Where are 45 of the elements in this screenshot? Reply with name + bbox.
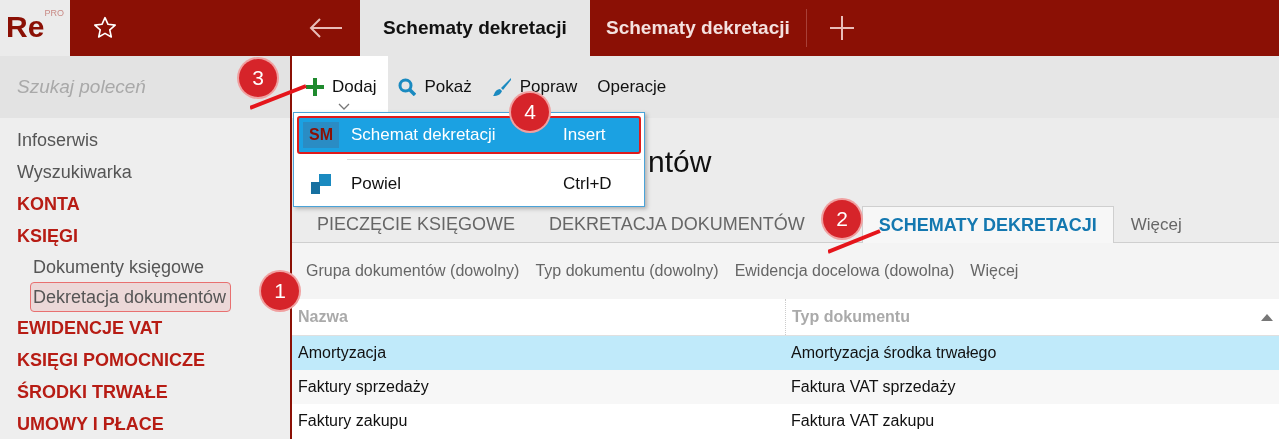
table-row[interactable]: Faktury sprzedaży Faktura VAT sprzedaży xyxy=(292,370,1279,404)
star-icon[interactable] xyxy=(92,15,118,41)
back-arrow-icon[interactable] xyxy=(309,18,343,38)
sidebar-item[interactable]: KSIĘGI xyxy=(0,220,290,252)
table-cell-text: Faktura VAT zakupu xyxy=(790,412,936,430)
table-cell-text: Faktury zakupu xyxy=(297,412,409,430)
sidebar-item[interactable]: KSIĘGI POMOCNICZE xyxy=(0,344,290,376)
sidebar-item[interactable]: EWIDENCJE VAT xyxy=(0,312,290,344)
table-cell-text: Faktury sprzedaży xyxy=(297,378,430,396)
page-heading: ntów xyxy=(648,145,712,179)
menu-item[interactable]: Powiel Ctrl+D xyxy=(297,165,641,203)
add-tab-icon[interactable] xyxy=(828,15,855,41)
sidebar-item[interactable]: ŚRODKI TRWAŁE xyxy=(0,376,290,408)
table-cell-text: Amortyzacja xyxy=(297,344,388,362)
table-cell-text: Amortyzacja środka trwałego xyxy=(790,344,998,362)
step-number-badge: 3 xyxy=(239,59,277,97)
chevron-down-icon xyxy=(338,103,350,110)
step-number-badge: 1 xyxy=(261,272,299,310)
sort-ascending-icon[interactable] xyxy=(1261,314,1273,321)
toolbar-button[interactable]: Pokaż xyxy=(388,56,482,118)
filter-button[interactable]: Ewidencja docelowa (dowolna) xyxy=(726,262,963,280)
filter-button[interactable]: Grupa dokumentów (dowolny) xyxy=(298,262,528,280)
filter-button[interactable]: Typ dokumentu (dowolny) xyxy=(527,262,727,280)
plus-icon xyxy=(306,78,324,96)
schema-badge-icon: SM xyxy=(303,122,339,148)
table-cell-text: Faktura VAT sprzedaży xyxy=(790,378,957,396)
duplicate-icon xyxy=(311,174,331,194)
section-tab[interactable]: DEKRETACJA DOKUMENTÓW xyxy=(532,206,822,242)
sidebar-item[interactable]: UMOWY I PŁACE xyxy=(0,408,290,439)
sidebar-subitem[interactable]: Dokumenty księgowe xyxy=(30,252,210,282)
step-number-badge: 2 xyxy=(823,200,861,238)
search-icon xyxy=(398,78,417,96)
sidebar-item[interactable]: Infoserwis xyxy=(0,124,290,156)
section-tab[interactable]: PIECZĘCIE KSIĘGOWE xyxy=(300,206,533,242)
toolbar-button[interactable]: Dodaj xyxy=(292,56,389,118)
brush-icon xyxy=(491,77,512,97)
section-tab[interactable]: SCHEMATY DEKRETACJI xyxy=(861,206,1114,243)
section-tab[interactable]: Więcej xyxy=(1113,206,1199,242)
sidebar-item[interactable]: KONTA xyxy=(0,188,290,220)
filter-button[interactable]: Więcej xyxy=(962,262,1027,280)
table-row[interactable]: Amortyzacja Amortyzacja środka trwałego xyxy=(292,336,1279,370)
document-tab[interactable]: Schematy dekretacji xyxy=(360,0,590,56)
sidebar-item[interactable]: Wyszukiwarka xyxy=(0,156,290,188)
sidebar-subitem[interactable]: Dekretacja dokumentów xyxy=(30,282,232,312)
toolbar-button[interactable]: Operacje xyxy=(587,56,677,118)
